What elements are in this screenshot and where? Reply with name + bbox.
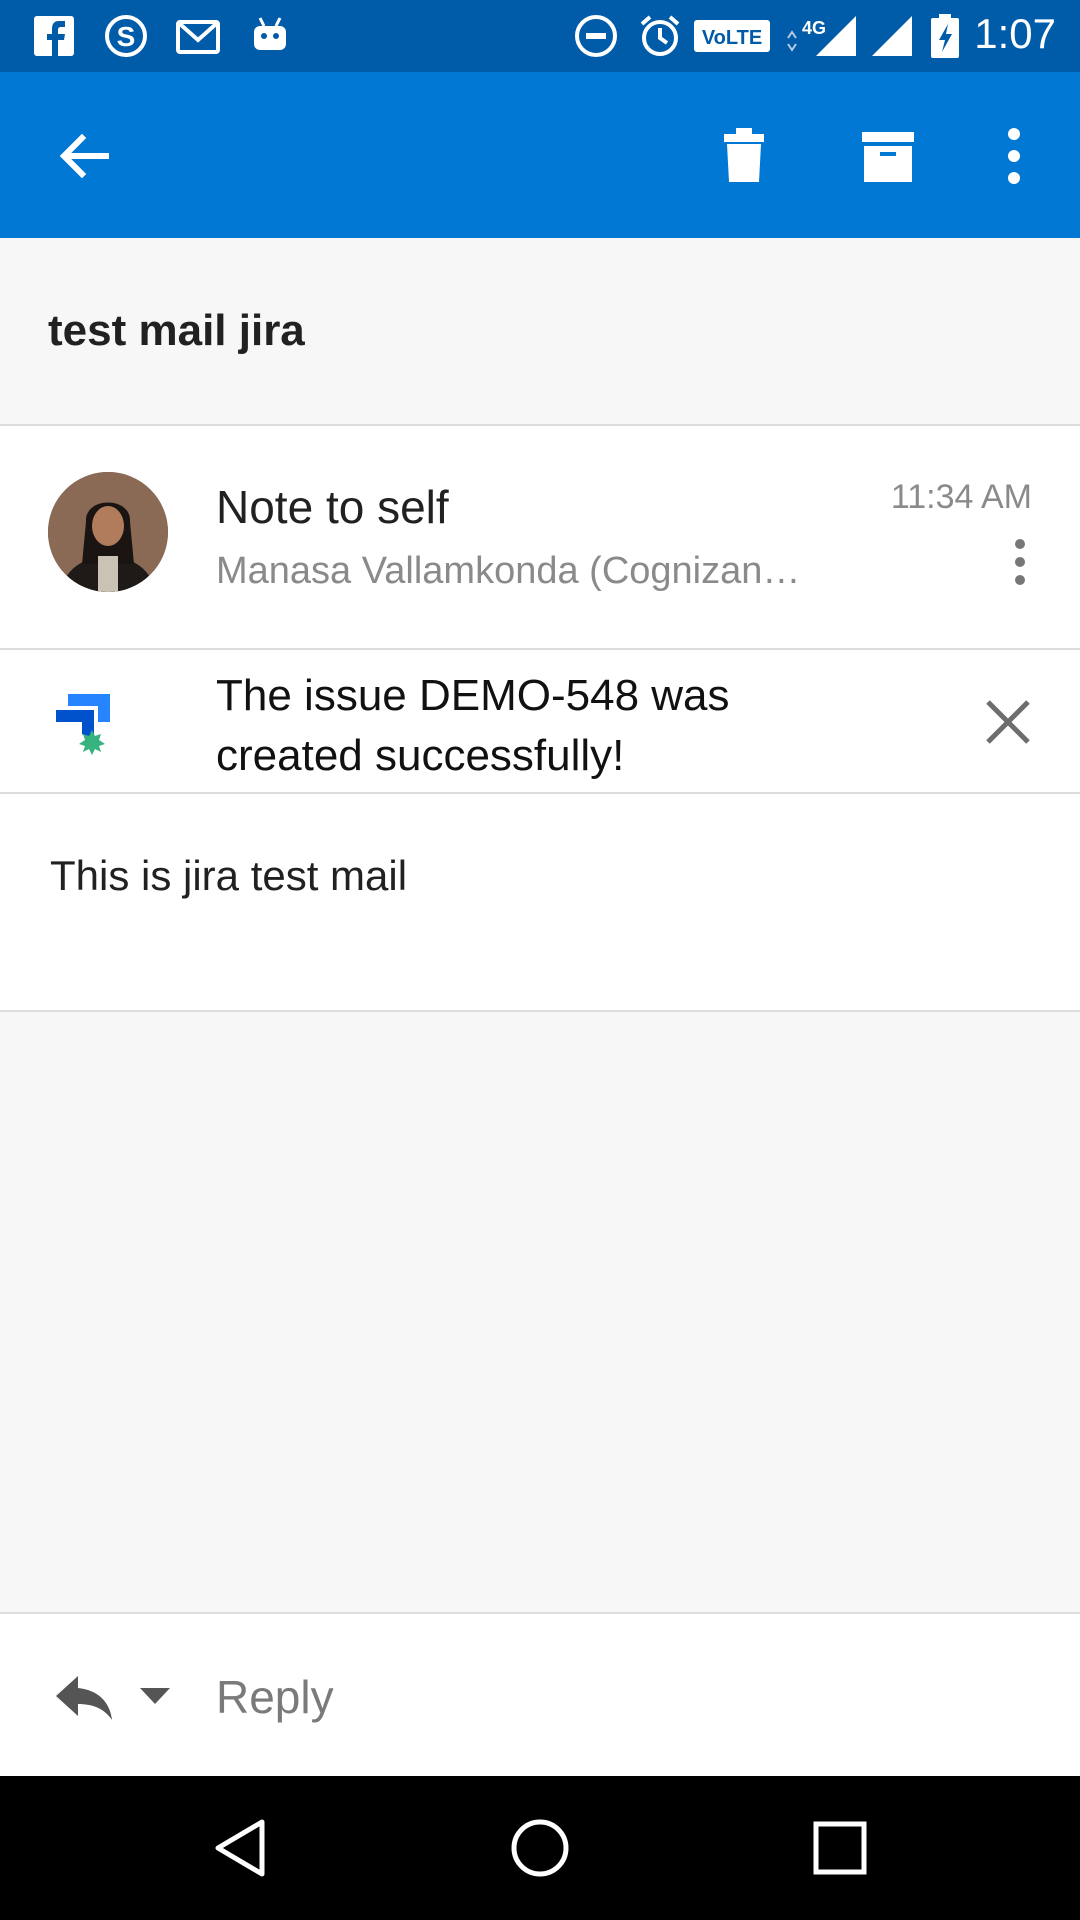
subject-header: test mail jira: [0, 238, 1080, 426]
sender-email: Manasa Vallamkonda (Cognizan…: [216, 550, 801, 592]
facebook-icon: [34, 16, 74, 56]
signal-4g-icon: 4G: [787, 16, 856, 56]
volte-icon: VoLTE: [694, 20, 770, 52]
jira-icon: [56, 694, 110, 755]
nav-back-icon[interactable]: [204, 1812, 276, 1884]
gmail-icon: [176, 20, 220, 54]
message-time: 11:34 AM: [890, 478, 1032, 516]
status-bar: S VoLTE 4G 1:07: [0, 0, 1080, 72]
message-body: This is jira test mail: [0, 794, 1080, 1012]
signal-icon: [872, 16, 912, 56]
avatar[interactable]: [48, 472, 168, 592]
reply-bar[interactable]: Reply: [0, 1612, 1080, 1778]
jira-notification-banner: The issue DEMO-548 was created successfu…: [0, 650, 1080, 794]
battery-charging-icon: [931, 14, 959, 58]
chevron-down-icon[interactable]: [138, 1684, 172, 1708]
android-debug-icon: [254, 17, 286, 50]
svg-text:VoLTE: VoLTE: [702, 27, 762, 49]
reply-input[interactable]: Reply: [216, 1670, 334, 1724]
do-not-disturb-icon: [575, 15, 617, 57]
reply-icon[interactable]: [52, 1668, 116, 1724]
skype-icon: S: [105, 15, 147, 57]
status-time: 1:07: [974, 10, 1056, 57]
sender-row[interactable]: Note to self Manasa Vallamkonda (Cogniza…: [0, 426, 1080, 650]
delete-button[interactable]: [700, 112, 788, 200]
banner-message: The issue DEMO-548 was created successfu…: [216, 671, 730, 780]
message-body-text: This is jira test mail: [50, 852, 408, 899]
alarm-icon: [640, 15, 680, 56]
app-bar: [0, 72, 1080, 238]
nav-home-icon[interactable]: [504, 1812, 576, 1884]
close-icon[interactable]: [980, 694, 1036, 750]
archive-button[interactable]: [844, 112, 932, 200]
back-button[interactable]: [40, 112, 128, 200]
nav-recents-icon[interactable]: [804, 1812, 876, 1884]
svg-text:4G: 4G: [802, 18, 826, 38]
more-options-button[interactable]: [970, 112, 1058, 200]
email-subject: test mail jira: [48, 306, 305, 355]
message-more-icon[interactable]: [1000, 528, 1040, 608]
sender-name: Note to self: [216, 481, 449, 533]
system-nav-bar: [0, 1776, 1080, 1920]
svg-text:S: S: [117, 21, 136, 52]
